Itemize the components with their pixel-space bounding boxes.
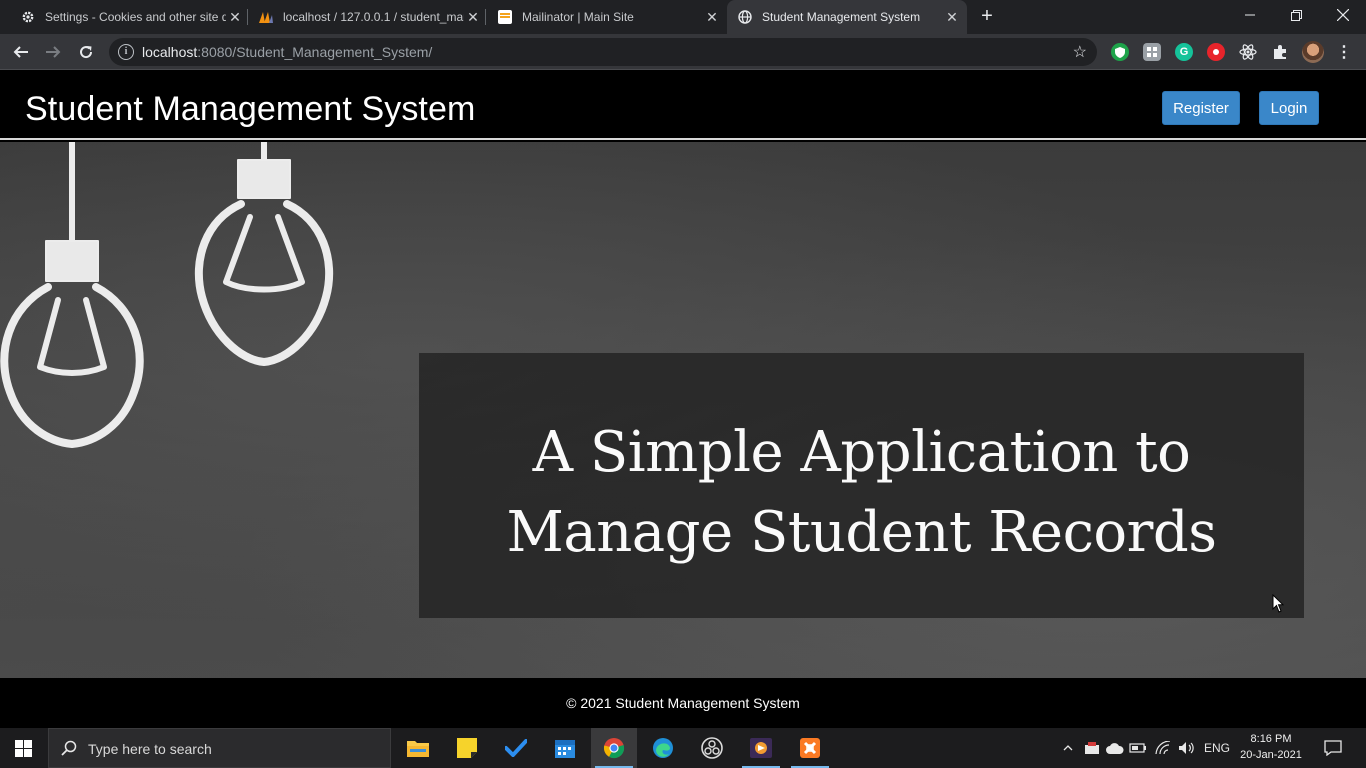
site-title[interactable]: Student Management System — [25, 90, 475, 129]
mailinator-icon — [497, 9, 513, 25]
url-path: :8080/Student_Management_System/ — [197, 44, 433, 60]
clock-date: 20-Jan-2021 — [1240, 749, 1302, 761]
react-devtools-icon[interactable] — [1239, 43, 1257, 61]
site-footer: © 2021 Student Management System — [0, 678, 1366, 728]
windows-taskbar: Type here to search ENG 8:16 PM 20-Jan-2… — [0, 728, 1366, 768]
back-button[interactable] — [7, 38, 35, 66]
sticky-notes-icon[interactable] — [444, 728, 490, 768]
tab-title: Settings - Cookies and other site data — [45, 10, 226, 24]
lightbulb-illustration — [0, 142, 334, 448]
tab-close-icon[interactable]: ✕ — [703, 8, 721, 26]
search-placeholder: Type here to search — [88, 741, 212, 757]
extension-record-icon[interactable] — [1207, 43, 1225, 61]
battery-icon[interactable] — [1127, 728, 1149, 768]
close-window-button[interactable] — [1320, 0, 1366, 30]
tab-title: Student Management System — [762, 10, 921, 24]
url-text: localhost:8080/Student_Management_System… — [142, 44, 432, 60]
show-hidden-icons-chevron-icon[interactable] — [1058, 728, 1078, 768]
menu-kebab-icon[interactable]: ⋮ — [1335, 43, 1353, 61]
xampp-icon[interactable] — [787, 728, 833, 768]
windows-start-button[interactable] — [0, 728, 47, 768]
search-icon — [61, 740, 77, 756]
address-bar[interactable]: i localhost:8080/Student_Management_Syst… — [109, 38, 1097, 66]
tagline-line-2: Manage Student Records — [506, 500, 1218, 565]
browser-toolbar: i localhost:8080/Student_Management_Syst… — [0, 34, 1366, 70]
browser-tab-strip: Settings - Cookies and other site data ✕… — [0, 0, 1366, 34]
extensions-puzzle-icon[interactable] — [1271, 43, 1289, 61]
tab-title: Mailinator | Main Site — [522, 10, 634, 24]
site-header: Student Management System Register Login — [0, 71, 1366, 140]
tab-title: localhost / 127.0.0.1 / student_manageme… — [283, 10, 464, 24]
info-icon[interactable]: i — [118, 44, 134, 60]
taskbar-search-box[interactable]: Type here to search — [48, 728, 391, 768]
hero-banner: A Simple Application to Manage Student R… — [0, 142, 1366, 678]
forward-button[interactable] — [39, 38, 67, 66]
url-host: localhost — [142, 44, 198, 60]
tab-close-icon[interactable]: ✕ — [943, 8, 961, 26]
globe-icon — [737, 9, 753, 25]
file-explorer-icon[interactable] — [395, 728, 441, 768]
volume-icon[interactable] — [1176, 728, 1198, 768]
new-tab-button[interactable]: + — [977, 6, 997, 27]
onedrive-cloud-icon[interactable] — [1104, 728, 1126, 768]
profile-avatar[interactable] — [1302, 41, 1324, 63]
mouse-cursor-icon — [1272, 594, 1284, 613]
restore-button[interactable] — [1273, 0, 1319, 30]
reload-button[interactable] — [72, 38, 100, 66]
tray-app-icon[interactable] — [1081, 728, 1103, 768]
edge-icon[interactable] — [640, 728, 686, 768]
register-button[interactable]: Register — [1162, 91, 1240, 125]
phpmyadmin-icon — [258, 9, 274, 25]
tab-settings[interactable]: Settings - Cookies and other site data ✕ — [12, 0, 244, 34]
grammarly-icon[interactable]: G — [1175, 43, 1193, 61]
taskbar-clock[interactable]: 8:16 PM 20-Jan-2021 — [1238, 731, 1304, 763]
tab-close-icon[interactable]: ✕ — [464, 8, 482, 26]
obs-studio-icon[interactable] — [689, 728, 735, 768]
bookmark-star-icon[interactable]: ☆ — [1073, 42, 1087, 62]
extension-shield-icon[interactable] — [1111, 43, 1129, 61]
gear-icon — [20, 9, 36, 25]
notifications-icon[interactable] — [1318, 728, 1348, 768]
wifi-icon[interactable] — [1152, 728, 1174, 768]
clock-time: 8:16 PM — [1250, 733, 1292, 745]
tab-student-management[interactable]: Student Management System ✕ — [727, 0, 967, 34]
tab-close-icon[interactable]: ✕ — [226, 8, 244, 26]
tagline-line-1: A Simple Application to — [532, 420, 1191, 485]
tagline-panel: A Simple Application to Manage Student R… — [419, 353, 1304, 618]
media-app-icon[interactable] — [738, 728, 784, 768]
todo-check-icon[interactable] — [493, 728, 539, 768]
minimize-button[interactable] — [1227, 0, 1273, 30]
tab-mailinator[interactable]: Mailinator | Main Site ✕ — [489, 0, 721, 34]
hero-tagline: A Simple Application to Manage Student R… — [419, 413, 1304, 573]
calendar-icon[interactable] — [542, 728, 588, 768]
extension-grid-icon[interactable] — [1143, 43, 1161, 61]
tab-phpmyadmin[interactable]: localhost / 127.0.0.1 / student_manageme… — [250, 0, 482, 34]
language-indicator[interactable]: ENG — [1201, 728, 1233, 768]
footer-copyright: © 2021 Student Management System — [566, 695, 800, 711]
login-button[interactable]: Login — [1259, 91, 1319, 125]
chrome-icon[interactable] — [591, 728, 637, 768]
